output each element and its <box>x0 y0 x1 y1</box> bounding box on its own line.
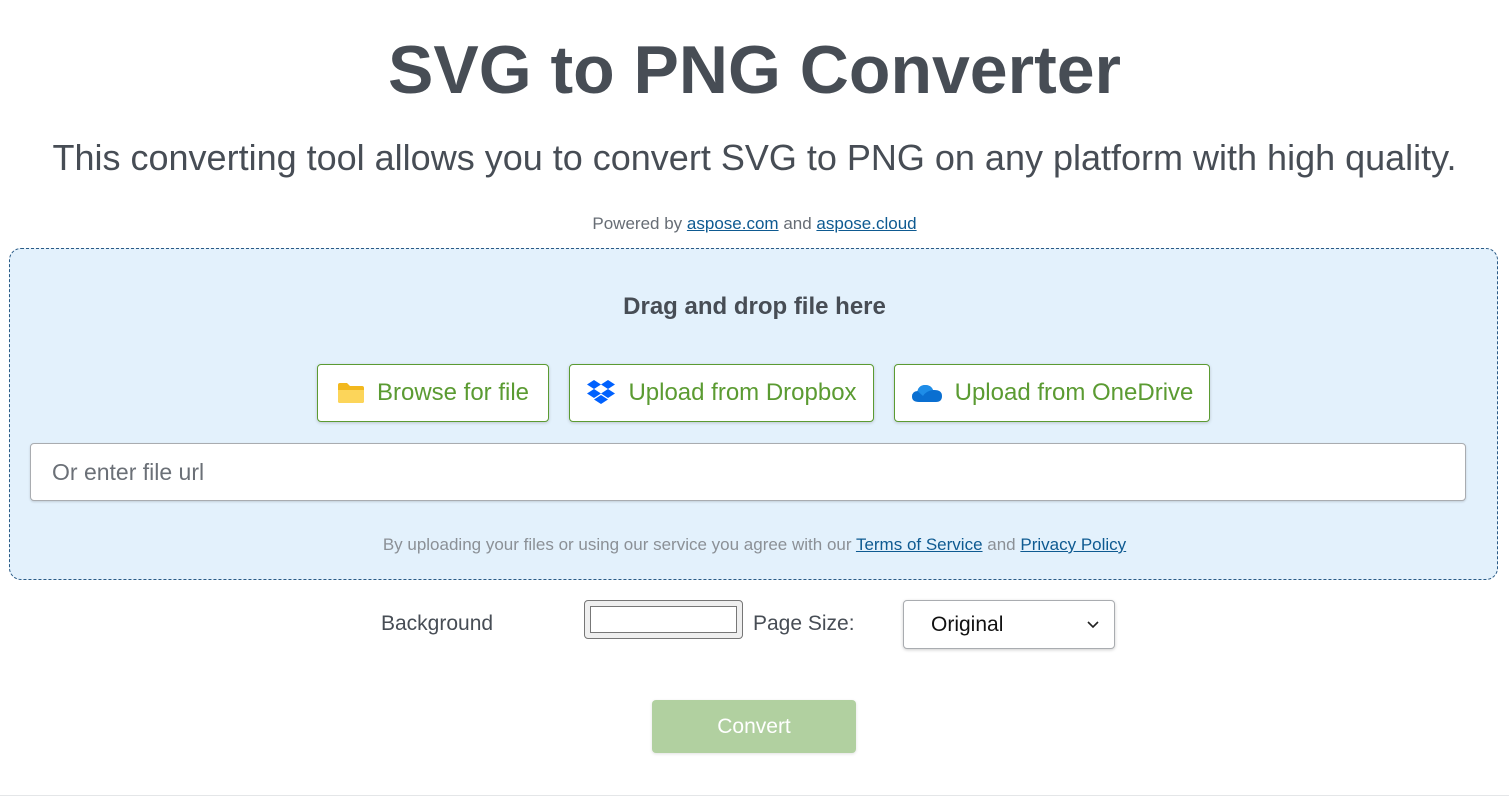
background-color-swatch <box>590 606 737 633</box>
file-url-input[interactable] <box>30 443 1466 501</box>
upload-from-onedrive-label: Upload from OneDrive <box>954 379 1194 406</box>
dropbox-icon <box>586 379 616 407</box>
page-size-label: Page Size: <box>753 612 855 635</box>
terms-of-service-link[interactable]: Terms of Service <box>856 535 983 554</box>
upload-from-dropbox-button[interactable]: Upload from Dropbox <box>569 364 874 422</box>
page-title: SVG to PNG Converter <box>387 32 1122 108</box>
privacy-policy-link[interactable]: Privacy Policy <box>1020 535 1126 554</box>
aspose-cloud-link[interactable]: aspose.cloud <box>816 214 916 233</box>
browse-for-file-button[interactable]: Browse for file <box>317 364 549 422</box>
drop-zone-title: Drag and drop file here <box>623 293 886 320</box>
terms-prefix: By uploading your files or using our ser… <box>382 535 852 554</box>
background-color-picker[interactable] <box>584 600 743 639</box>
browse-for-file-label: Browse for file <box>376 379 530 406</box>
powered-by-prefix: Powered by <box>592 214 683 233</box>
page-size-selected-value: Original <box>931 612 1004 636</box>
background-label: Background <box>381 612 494 635</box>
page-size-select[interactable]: Original <box>903 600 1115 649</box>
folder-icon <box>337 382 365 404</box>
aspose-com-link[interactable]: aspose.com <box>687 214 779 233</box>
chevron-down-icon <box>1086 620 1100 629</box>
upload-from-dropbox-label: Upload from Dropbox <box>628 379 857 406</box>
powered-by-and: and <box>783 214 812 233</box>
terms-and: and <box>987 535 1016 554</box>
terms-notice: By uploading your files or using our ser… <box>0 534 1509 556</box>
page-subtitle: This converting tool allows you to conve… <box>52 137 1457 178</box>
upload-from-onedrive-button[interactable]: Upload from OneDrive <box>894 364 1210 422</box>
bottom-divider <box>0 795 1509 796</box>
onedrive-cloud-icon <box>911 383 943 403</box>
powered-by-line: Powered by aspose.com and aspose.cloud <box>0 213 1509 235</box>
convert-button[interactable]: Convert <box>652 700 856 753</box>
